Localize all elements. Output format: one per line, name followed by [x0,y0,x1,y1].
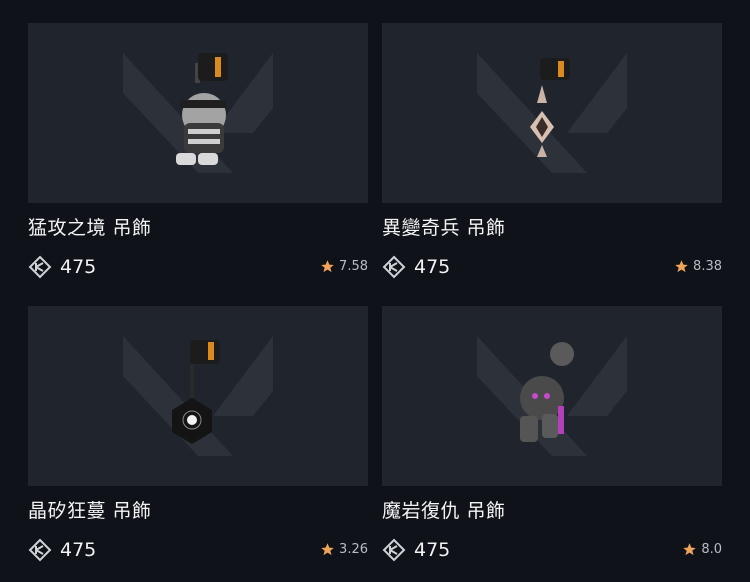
price-value: 475 [414,539,451,561]
rating-value: 8.0 [701,542,722,557]
item-rating: 7.58 [320,259,368,274]
price-value: 475 [414,256,451,278]
price-value: 475 [60,256,97,278]
star-icon [321,543,334,556]
valorant-points-icon [382,538,406,562]
item-price: 475 [382,255,450,279]
item-card[interactable]: 晶矽狂蔓 吊飾 475 3.26 [28,306,368,566]
item-title: 異變奇兵 吊飾 [382,217,506,239]
item-price: 475 [382,538,450,562]
item-rating: 8.38 [674,259,722,274]
item-rating: 8.0 [682,542,722,557]
item-thumbnail[interactable] [28,306,368,486]
gun-buddy-image [176,53,228,165]
gun-buddy-image [520,342,574,442]
item-card[interactable]: 魔岩復仇 吊飾 475 8.0 [382,306,722,566]
item-rating: 3.26 [320,542,368,557]
rating-value: 8.38 [693,259,722,274]
item-title: 晶矽狂蔓 吊飾 [28,500,152,522]
rating-value: 3.26 [339,542,368,557]
item-thumbnail[interactable] [382,23,722,203]
item-card[interactable]: 猛攻之境 吊飾 475 7.58 [28,23,368,283]
item-title: 猛攻之境 吊飾 [28,217,152,239]
gun-buddy-image [172,340,220,444]
item-title: 魔岩復仇 吊飾 [382,500,506,522]
item-price: 475 [28,538,96,562]
gun-buddy-image [530,58,570,157]
star-icon [321,260,334,273]
item-grid: 猛攻之境 吊飾 475 7.58 異變奇兵 吊飾 475 8.38 晶矽狂蔓 吊… [0,0,750,582]
valorant-points-icon [28,538,52,562]
valorant-points-icon [28,255,52,279]
item-thumbnail[interactable] [382,306,722,486]
item-card[interactable]: 異變奇兵 吊飾 475 8.38 [382,23,722,283]
star-icon [683,543,697,556]
item-price: 475 [28,255,96,279]
star-icon [675,260,688,273]
item-thumbnail[interactable] [28,23,368,203]
valorant-points-icon [382,255,406,279]
price-value: 475 [60,539,97,561]
rating-value: 7.58 [339,259,368,274]
